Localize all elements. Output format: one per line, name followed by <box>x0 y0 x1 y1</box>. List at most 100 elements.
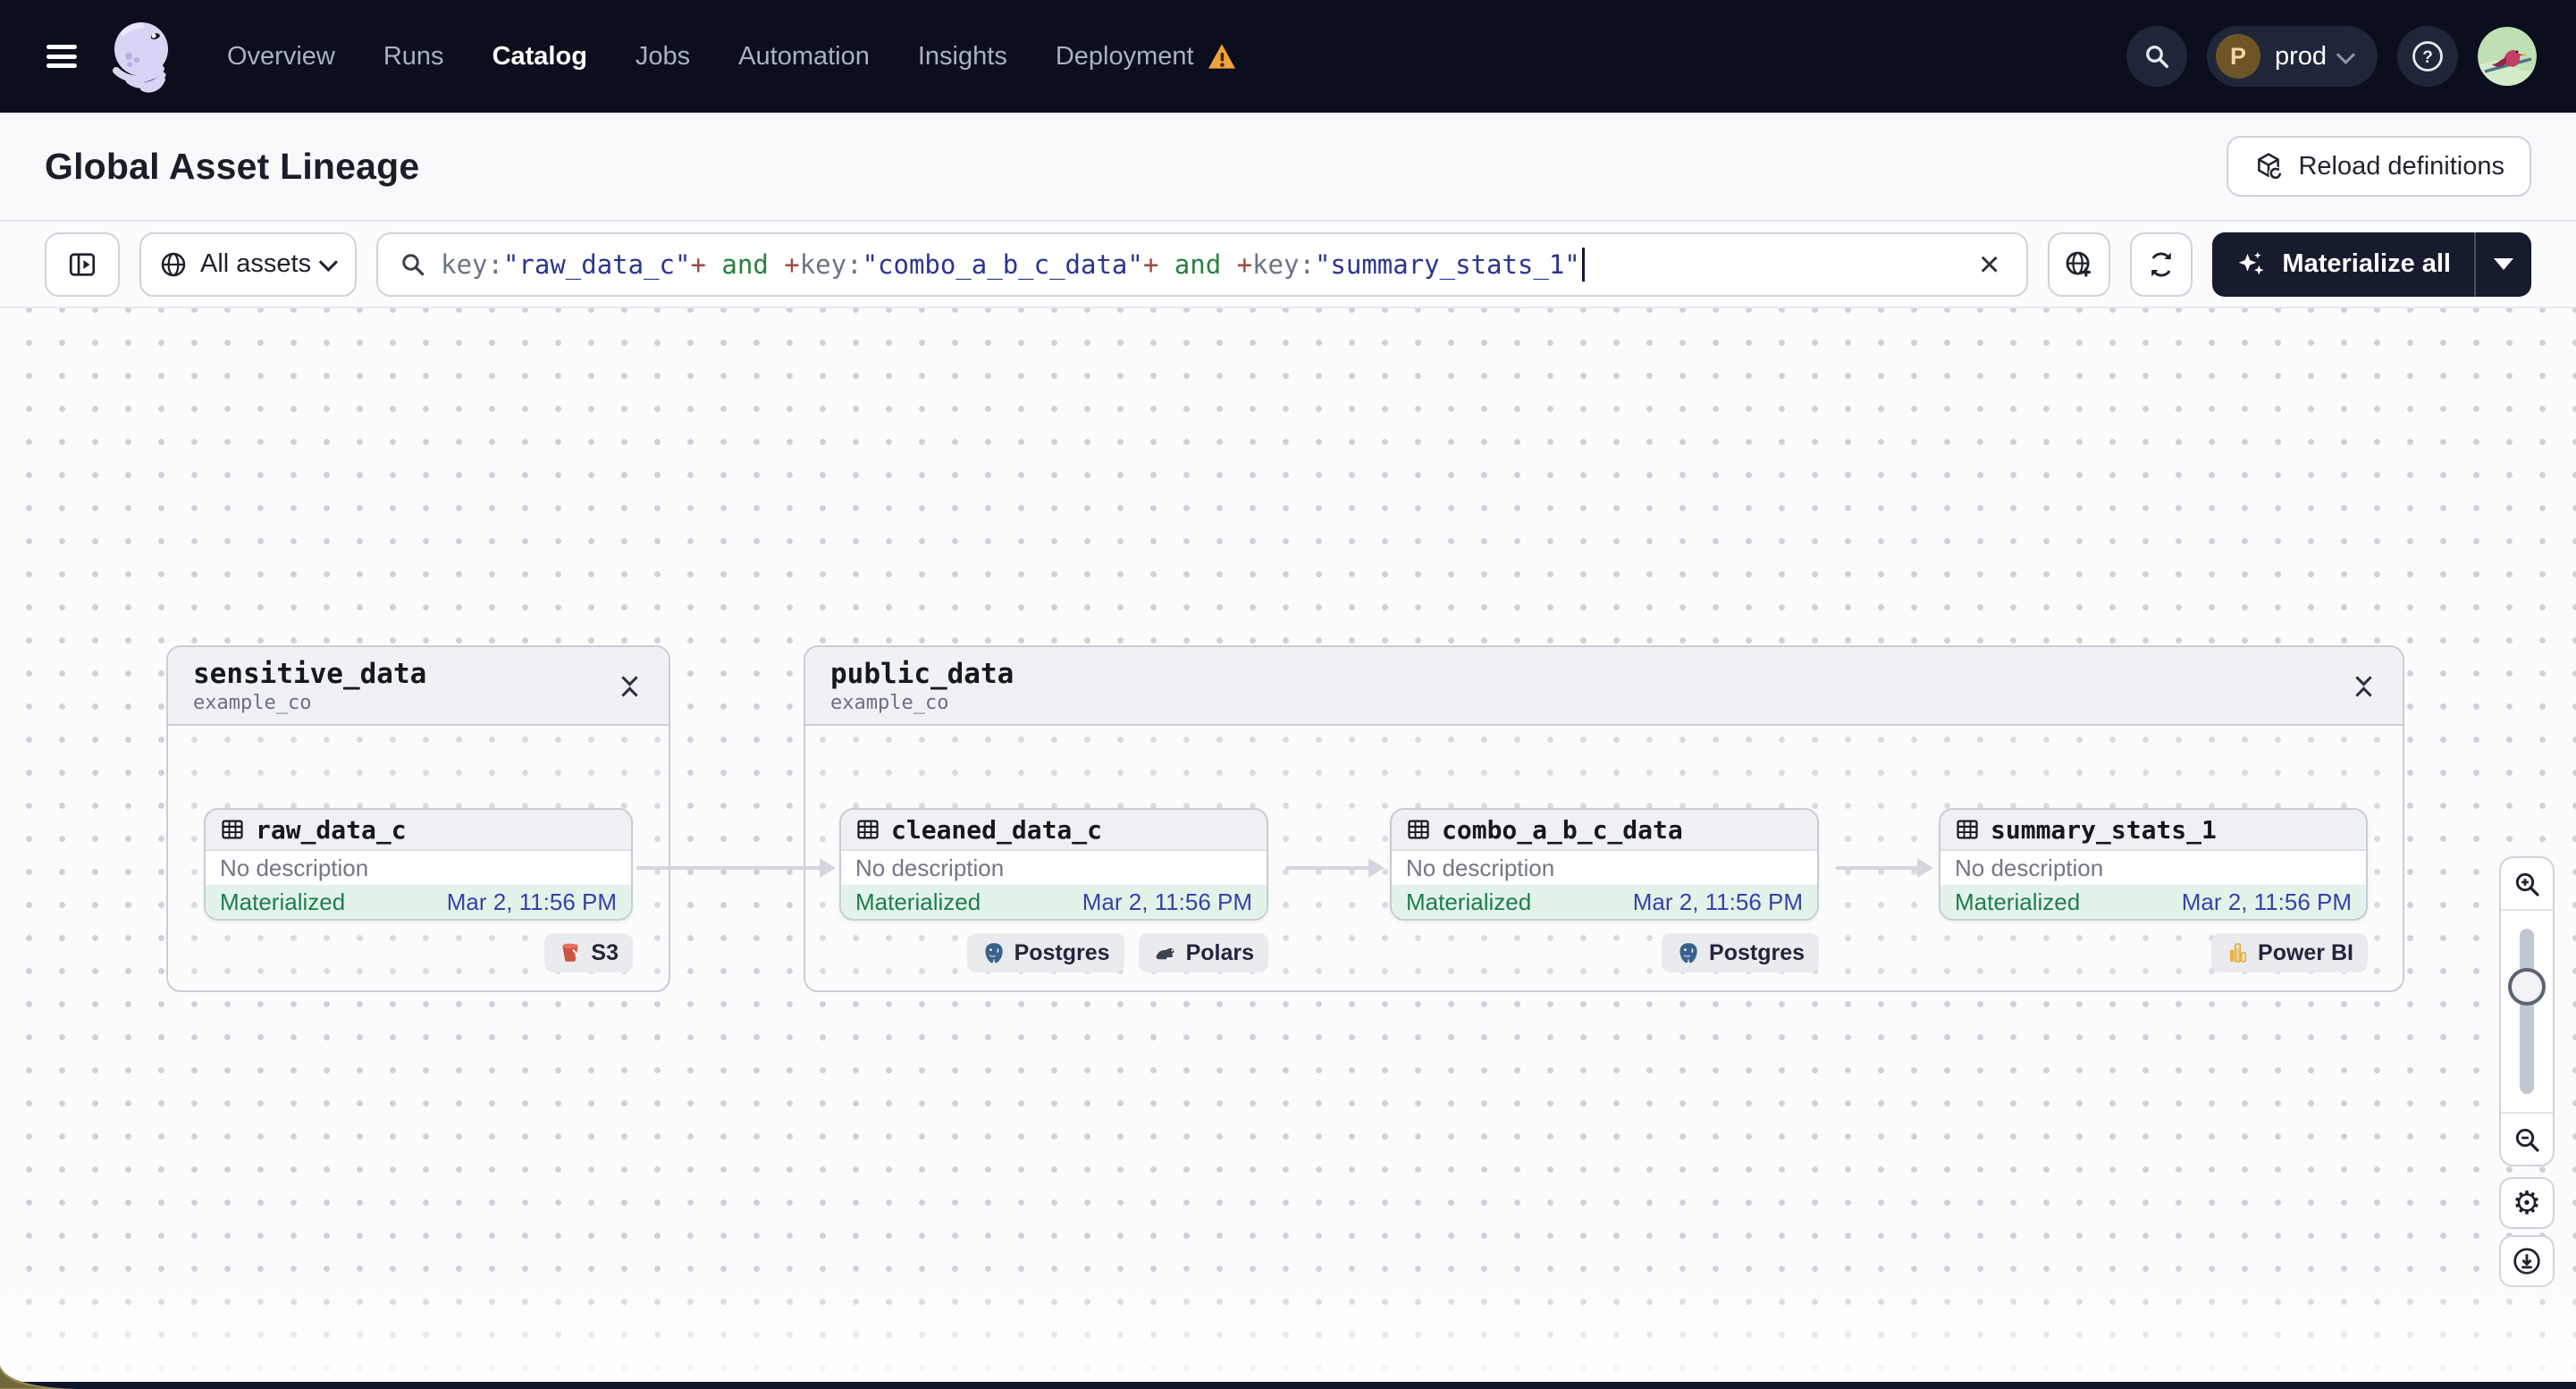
sparkle-icon <box>2239 251 2265 275</box>
help-button[interactable]: ? <box>2397 26 2458 87</box>
materialization-timestamp[interactable]: Mar 2, 11:56 PM <box>447 888 617 916</box>
chevron-down-icon <box>318 252 339 272</box>
clear-query-button[interactable]: × <box>1974 247 2005 282</box>
menu-icon[interactable] <box>41 38 82 74</box>
zoom-in-button[interactable] <box>2501 858 2553 909</box>
asset-scope-dropdown[interactable]: All assets <box>139 232 358 297</box>
search-icon <box>2146 46 2168 68</box>
nav-catalog[interactable]: Catalog <box>492 42 587 72</box>
lineage-canvas[interactable]: sensitive_data example_co public_data ex… <box>0 308 2576 1389</box>
corner-illustration-peek <box>0 1366 77 1389</box>
asset-name: cleaned_data_c <box>891 814 1103 845</box>
asset-description: No description <box>1406 854 1555 881</box>
gear-icon: ⚙ <box>2512 1184 2542 1222</box>
table-icon <box>857 820 879 839</box>
refresh-button[interactable] <box>2130 232 2193 297</box>
zoom-in-icon <box>2515 872 2539 897</box>
search-button[interactable] <box>2126 26 2187 87</box>
kind-tags-raw-data-c: S3 <box>204 933 633 972</box>
deployment-switcher[interactable]: P prod <box>2206 26 2378 87</box>
group-header[interactable]: public_data example_co <box>805 647 2403 726</box>
tag-postgres[interactable]: Postgres <box>966 933 1124 972</box>
zoom-out-button[interactable] <box>2501 1114 2553 1165</box>
materialize-all-label: Materialize all <box>2282 249 2451 278</box>
chevron-up-icon <box>620 686 638 703</box>
caret-down-icon <box>2494 258 2513 270</box>
nav-insights[interactable]: Insights <box>918 42 1007 72</box>
materialization-timestamp[interactable]: Mar 2, 11:56 PM <box>2182 888 2352 916</box>
tag-label: Postgres <box>1014 939 1110 965</box>
powerbi-icon <box>2229 943 2247 963</box>
asset-status-row: Materialized Mar 2, 11:56 PM <box>1940 885 2366 919</box>
kind-tags-summary-stats-1: Power BI <box>1939 933 2368 972</box>
asset-node-cleaned-data-c[interactable]: cleaned_data_c No description Materializ… <box>839 808 1268 921</box>
zoom-slider-track[interactable] <box>2520 929 2534 1094</box>
download-icon <box>2513 1248 2540 1275</box>
lineage-toolbar: All assets key: "raw_data_c" + and + key: "c… <box>0 222 2576 308</box>
chevron-down-icon <box>2336 45 2355 64</box>
graph-settings-button[interactable]: ⚙ <box>2499 1177 2555 1229</box>
query-text: key: "raw_data_c" + and + key: "combo_a_b_c_… <box>441 247 1585 282</box>
group-header[interactable]: sensitive_data example_co <box>168 647 669 726</box>
nav-automation[interactable]: Automation <box>738 42 870 72</box>
tag-s3[interactable]: S3 <box>544 933 633 972</box>
page-header: Global Asset Lineage Reload definitions <box>0 113 2576 222</box>
download-graph-button[interactable] <box>2499 1235 2555 1287</box>
globe-icon <box>161 252 186 276</box>
tag-label: Polars <box>1185 939 1254 965</box>
chevron-down-icon <box>2354 669 2372 686</box>
lineage-query-input[interactable]: key: "raw_data_c" + and + key: "combo_a_b_c_… <box>376 232 2029 297</box>
table-icon <box>222 820 243 839</box>
search-icon <box>402 253 425 275</box>
zoom-out-icon <box>2515 1128 2539 1152</box>
nav-runs[interactable]: Runs <box>383 42 444 72</box>
top-navbar: Overview Runs Catalog Jobs Automation In… <box>0 0 2576 113</box>
bottom-fade <box>0 1266 2576 1382</box>
open-left-panel-button[interactable] <box>45 232 120 297</box>
tag-power-bi[interactable]: Power BI <box>2211 933 2368 972</box>
status-badge: Materialized <box>1406 888 1532 915</box>
edge-combo-to-summary <box>1836 858 1933 878</box>
asset-node-combo-a-b-c-data[interactable]: combo_a_b_c_data No description Material… <box>1390 808 1819 921</box>
group-name: public_data <box>830 657 1014 690</box>
group-location: example_co <box>830 691 949 714</box>
asset-description: No description <box>220 854 369 881</box>
status-badge: Materialized <box>220 888 346 915</box>
tag-label: Power BI <box>2258 939 2353 965</box>
user-avatar[interactable] <box>2478 27 2537 86</box>
asset-description: No description <box>1955 854 2104 881</box>
bottom-edge-strip <box>0 1382 2576 1389</box>
materialization-timestamp[interactable]: Mar 2, 11:56 PM <box>1633 888 1803 916</box>
postgres-icon <box>985 942 1003 963</box>
warning-icon <box>1208 44 1235 69</box>
asset-status-row: Materialized Mar 2, 11:56 PM <box>1392 885 1817 919</box>
nav-deployment[interactable]: Deployment <box>1056 42 1237 72</box>
nav-overview[interactable]: Overview <box>227 42 335 72</box>
edge-raw-to-cleaned <box>636 858 836 878</box>
edge-cleaned-to-combo <box>1285 858 1385 878</box>
materialize-all-button[interactable]: Materialize all <box>2212 232 2474 297</box>
nav-jobs[interactable]: Jobs <box>636 42 690 72</box>
materialize-options-button[interactable] <box>2476 232 2531 297</box>
status-badge: Materialized <box>855 888 981 915</box>
new-asset-graph-button[interactable] <box>2048 232 2111 297</box>
materialize-split-button: Materialize all <box>2212 232 2531 297</box>
zoom-slider-thumb[interactable] <box>2508 968 2546 1006</box>
dagster-logo[interactable] <box>102 15 184 97</box>
tag-postgres[interactable]: Postgres <box>1662 933 1819 972</box>
group-name: sensitive_data <box>193 657 427 690</box>
asset-description: No description <box>855 854 1005 881</box>
collapse-group-button[interactable] <box>611 669 647 704</box>
env-name: prod <box>2274 41 2327 71</box>
materialization-timestamp[interactable]: Mar 2, 11:56 PM <box>1082 888 1252 916</box>
asset-node-raw-data-c[interactable]: raw_data_c No description Materialized M… <box>204 808 633 921</box>
tag-label: S3 <box>591 939 619 965</box>
asset-node-summary-stats-1[interactable]: summary_stats_1 No description Materiali… <box>1939 808 2368 921</box>
tag-polars[interactable]: Polars <box>1138 933 1268 972</box>
collapse-group-button[interactable] <box>2345 669 2381 704</box>
nav-right-cluster: P prod ? <box>2126 26 2537 87</box>
zoom-slider[interactable] <box>2501 909 2553 1114</box>
reload-definitions-button[interactable]: Reload definitions <box>2227 136 2531 197</box>
table-icon <box>1408 820 1429 839</box>
asset-status-row: Materialized Mar 2, 11:56 PM <box>841 885 1267 919</box>
